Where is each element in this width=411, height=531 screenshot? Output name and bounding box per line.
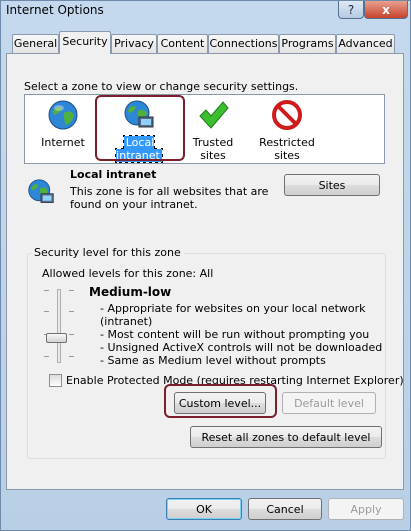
reset-all-zones-button[interactable]: Reset all zones to default level <box>190 426 382 448</box>
tab-general[interactable]: General <box>12 34 59 53</box>
zone-trusted-sites-label: Trusted sites <box>192 136 234 162</box>
slider-tick <box>44 311 49 312</box>
level-bullet-1: - Appropriate for websites on your local… <box>100 302 366 315</box>
close-button[interactable]: x <box>364 1 408 19</box>
zone-restricted-sites-label: Restricted sites <box>259 136 315 162</box>
slider-tick <box>69 290 74 291</box>
globe-icon <box>48 100 78 130</box>
zone-detail-description: This zone is for all websites that are f… <box>70 185 269 211</box>
zone-prompt: Select a zone to view or change security… <box>24 80 299 93</box>
close-icon: x <box>382 2 390 17</box>
green-check-icon <box>199 101 229 129</box>
tab-connections[interactable]: Connections <box>208 34 279 53</box>
zone-internet[interactable]: Internet <box>33 99 93 149</box>
security-level-slider-track[interactable] <box>57 289 61 363</box>
zone-detail-icon <box>28 179 54 203</box>
zone-restricted-sites[interactable]: Restricted sites <box>255 99 319 162</box>
tab-programs[interactable]: Programs <box>279 34 336 53</box>
level-bullet-2: - Most content will be run without promp… <box>100 328 370 341</box>
custom-level-highlight <box>164 384 277 418</box>
level-bullet-1-cont: (intranet) <box>100 315 153 328</box>
allowed-levels-label: Allowed levels for this zone: All <box>42 267 214 280</box>
apply-button[interactable]: Apply <box>328 498 404 520</box>
help-button[interactable]: ? <box>338 1 364 19</box>
tab-content[interactable]: Content <box>157 34 208 53</box>
slider-tick <box>44 290 49 291</box>
window-title: Internet Options <box>6 3 104 17</box>
tab-advanced[interactable]: Advanced <box>336 34 395 53</box>
zone-internet-label: Internet <box>41 136 85 149</box>
help-icon: ? <box>347 2 355 17</box>
tab-security[interactable]: Security <box>59 31 111 54</box>
no-entry-icon <box>272 100 302 130</box>
ok-button[interactable]: OK <box>166 498 242 520</box>
security-level-name: Medium-low <box>89 285 172 299</box>
level-bullet-3: - Unsigned ActiveX controls will not be … <box>100 341 383 354</box>
cancel-button[interactable]: Cancel <box>248 498 322 520</box>
sites-button[interactable]: Sites <box>284 174 380 196</box>
default-level-button[interactable]: Default level <box>282 392 376 414</box>
slider-tick <box>69 356 74 357</box>
local-intranet-highlight <box>95 95 185 161</box>
protected-mode-checkbox[interactable] <box>49 374 62 387</box>
slider-tick <box>69 311 74 312</box>
level-bullet-4: - Same as Medium level without prompts <box>100 354 326 367</box>
zone-detail-title: Local intranet <box>70 168 157 181</box>
slider-tick <box>69 334 74 335</box>
security-level-group-title: Security level for this zone <box>31 246 184 259</box>
tab-privacy[interactable]: Privacy <box>111 34 157 53</box>
zone-trusted-sites[interactable]: Trusted sites <box>181 99 245 162</box>
zone-list: Internet Local intranet Trusted sites Re… <box>24 94 385 164</box>
title-bar[interactable]: Internet Options ? x <box>1 1 410 21</box>
slider-tick <box>44 356 49 357</box>
security-level-slider-thumb[interactable] <box>46 333 67 343</box>
